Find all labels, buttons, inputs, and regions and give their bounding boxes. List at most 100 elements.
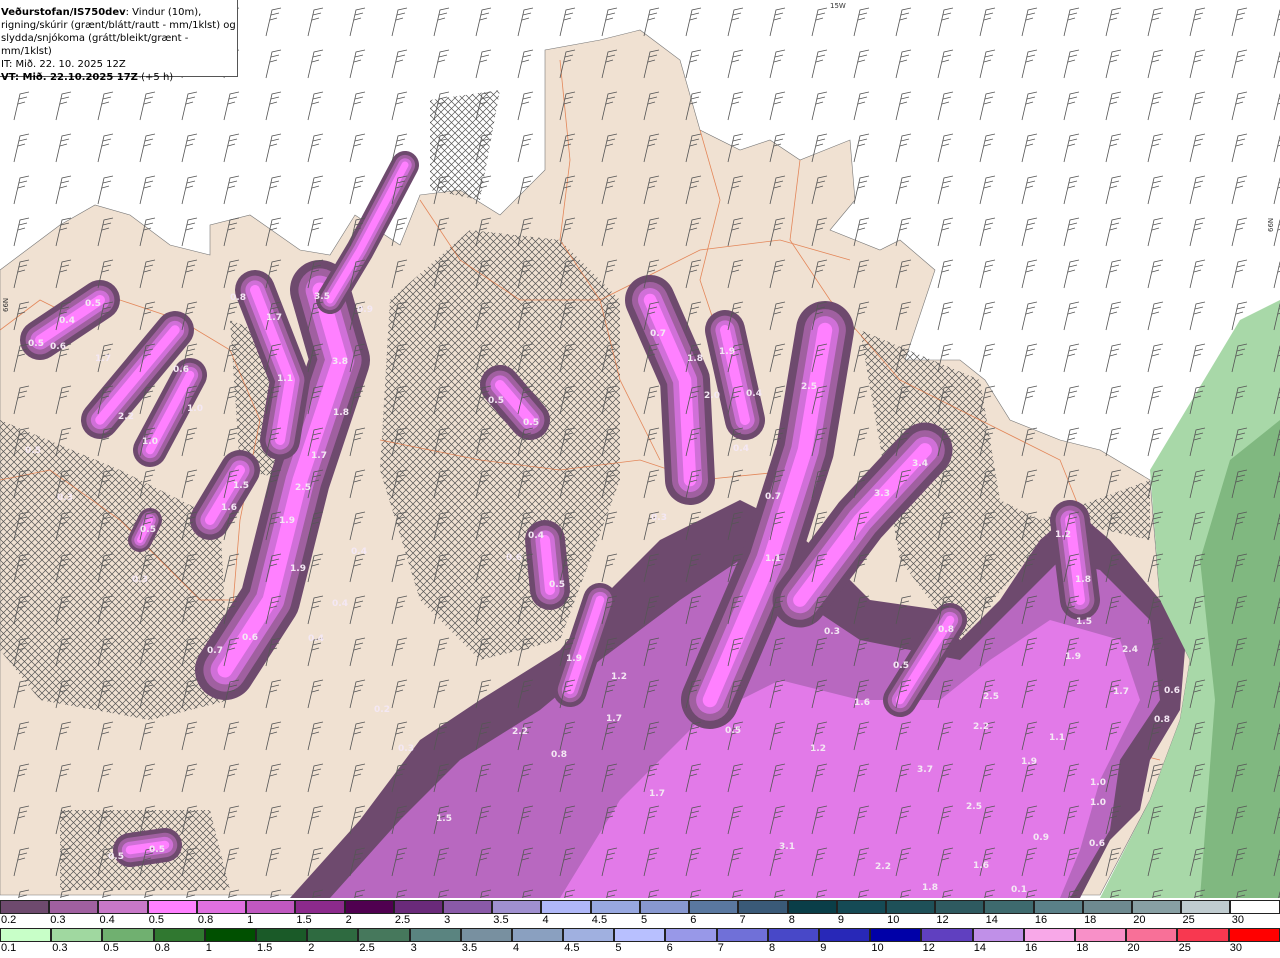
precipitation-value-label: 3.1 [779, 842, 795, 852]
legend-swatch [689, 900, 739, 914]
legend-swatch [196, 900, 247, 914]
legend-label: 12 [936, 914, 949, 926]
legend-swatch [614, 928, 666, 942]
title-line-3: slydda/snjókoma (grátt/bleikt/grænt - mm… [1, 33, 189, 57]
legend-swatch [153, 928, 205, 942]
precipitation-value-label: 3.4 [912, 459, 928, 469]
precipitation-value-label: 1.8 [687, 354, 703, 364]
precipitation-value-label: 1.0 [142, 437, 158, 447]
legend-label: 1.5 [257, 942, 273, 954]
initial-time: IT: Mið. 22. 10. 2025 12Z [1, 59, 126, 70]
precipitation-value-label: 0.6 [1164, 686, 1180, 696]
legend-label: 16 [1025, 942, 1038, 954]
legend-swatch [1023, 928, 1075, 942]
precipitation-value-label: 0.4 [528, 531, 544, 541]
legend-swatch [541, 900, 591, 914]
precipitation-value-label: 1.5 [1076, 617, 1092, 627]
legend-label: 10 [871, 942, 884, 954]
precipitation-value-label: 0.4 [308, 634, 324, 644]
precipitation-value-label: 1.9 [1065, 652, 1081, 662]
precipitation-value-label: 0.4 [746, 389, 762, 399]
legend-swatch [344, 900, 394, 914]
precipitation-value-label: 1.7 [311, 451, 327, 461]
legend-swatch [0, 928, 52, 942]
legend-label: 20 [1127, 942, 1140, 954]
precipitation-value-label: 0.4 [351, 547, 367, 557]
precipitation-value-label: 0.3 [824, 627, 840, 637]
precipitation-value-label: 0.7 [207, 646, 223, 656]
legend-label: 3.5 [461, 942, 478, 954]
legend-swatch [639, 900, 690, 914]
legend-label: 7 [739, 914, 746, 926]
precipitation-value-label: 0.3 [57, 493, 73, 503]
legend-label: 0.3 [52, 942, 68, 954]
precipitation-value-label: 0.5 [140, 525, 156, 535]
legend-label: 0.2 [1, 914, 17, 926]
precipitation-value-label: 1.9 [279, 516, 295, 526]
precipitation-value-label: 0.5 [25, 446, 41, 456]
precipitation-value-label: 3.3 [874, 489, 890, 499]
legend-label: 30 [1231, 914, 1245, 926]
precipitation-value-label: 0.6 [1089, 839, 1105, 849]
precipitation-value-label: 0.8 [230, 293, 246, 303]
precipitation-value-label: 1.8 [922, 883, 938, 893]
precipitation-value-label: 0.5 [523, 418, 539, 428]
precipitation-value-label: 2.5 [801, 382, 817, 392]
legend-label: 2 [308, 942, 315, 954]
legend-swatch [665, 928, 717, 942]
precipitation-value-label: 0.3 [651, 513, 667, 523]
grid-label-latitude-right: 66N [1267, 218, 1275, 232]
precipitation-value-label: 1.9 [719, 347, 735, 357]
precipitation-value-label: 1.1 [1049, 733, 1065, 743]
precipitation-value-label: 0.5 [893, 661, 909, 671]
precipitation-value-label: 1.7 [266, 313, 282, 323]
legend-swatch [1177, 928, 1229, 942]
legend-swatch [409, 928, 461, 942]
legend-swatch [870, 928, 922, 942]
precipitation-value-label: 0.5 [488, 396, 504, 406]
precipitation-value-label: 0.4 [59, 316, 75, 326]
legend-label: 25 [1182, 914, 1195, 926]
precipitation-value-label: 0.9 [357, 305, 373, 315]
legend-swatch [1181, 900, 1231, 914]
precipitation-value-label: 0.8 [551, 750, 567, 760]
legend-swatch [819, 928, 871, 942]
legend-label: 3.5 [493, 914, 509, 926]
precipitation-value-label: 0.5 [725, 726, 741, 736]
legend-swatch [307, 928, 359, 942]
legend-swatch [393, 900, 443, 914]
precipitation-value-label: 1.2 [810, 744, 826, 754]
legend-label: 0.1 [1, 942, 17, 954]
precipitation-value-label: 1.6 [854, 698, 870, 708]
legend-swatch [295, 900, 345, 914]
legend-label: 18 [1084, 914, 1097, 926]
legend-swatch [885, 900, 936, 914]
lead-time: (+5 h) [137, 72, 174, 83]
legend-label: 8 [769, 942, 776, 954]
precipitation-value-label: 0.5 [28, 339, 44, 349]
precipitation-value-label: 1.6 [221, 503, 237, 513]
precipitation-value-label: 1.2 [1055, 530, 1071, 540]
legend-label: 0.3 [50, 914, 66, 926]
legend-label: 25 [1178, 942, 1191, 954]
legend-label: 2.5 [394, 914, 411, 926]
precipitation-value-label: 1.9 [1021, 757, 1037, 767]
grid-label-latitude-left: 66N [2, 298, 10, 312]
legend-label: 4.5 [564, 942, 580, 954]
legend-swatch [716, 928, 768, 942]
precipitation-value-label: 0.7 [765, 492, 781, 502]
legend-swatch [1082, 900, 1133, 914]
precipitation-value-label: 2.5 [983, 692, 999, 702]
legend-label: 10 [887, 914, 900, 926]
precipitation-value-label: 0.6 [242, 633, 258, 643]
precipitation-value-label: 0.4 [332, 599, 348, 609]
legend-label: 9 [837, 914, 845, 926]
legend-label: 8 [788, 914, 795, 926]
precipitation-value-label: 0.8 [938, 625, 954, 635]
valid-time: VT: Mið. 22.10.2025 17Z [1, 72, 138, 83]
legend-label: 14 [985, 914, 998, 926]
title-line-2: rigning/skúrir (grænt/blátt/rautt - mm/1… [1, 20, 236, 31]
precipitation-value-label: 1.9 [566, 654, 582, 664]
weather-map: 0.5 0.4 0.5 0.6 1.7 0.6 2.2 1.0 1.0 0.5 0.3 0.5 0.3 0… [0, 0, 1280, 898]
legend-swatch [492, 900, 542, 914]
